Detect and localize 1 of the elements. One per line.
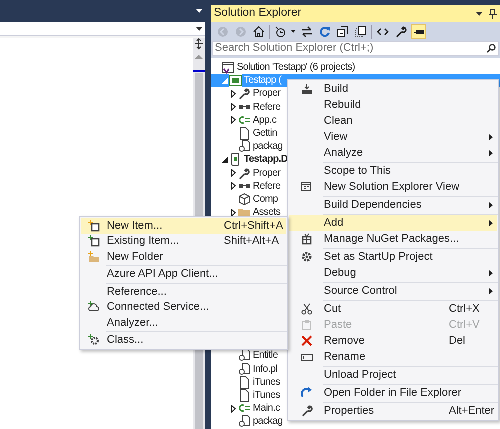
- panel-title: Solution Explorer: [214, 6, 302, 21]
